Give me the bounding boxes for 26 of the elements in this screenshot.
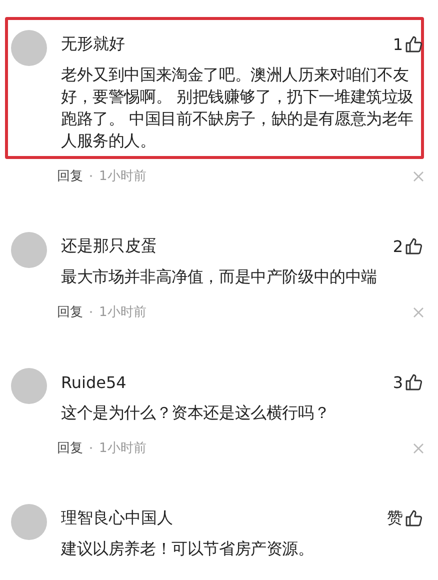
reply-link[interactable]: 回复 xyxy=(57,439,83,457)
like-count: 3 xyxy=(392,372,403,392)
comment-text: 老外又到中国来淘金了吧。澳洲人历来对咱们不友好，要警惕啊。 别把钱赚够了，扔下一堆建筑垃圾跑路了。 中国目前不缺房子，缺的是有愿意为老年人服务的人。 xyxy=(61,64,414,152)
like-count: 1 xyxy=(392,34,403,54)
avatar-placeholder xyxy=(11,368,47,404)
thumbs-up-icon[interactable] xyxy=(405,237,423,255)
timestamp: 1小时前 xyxy=(99,440,146,457)
username[interactable]: Ruide54 xyxy=(61,372,126,392)
timestamp: 1小时前 xyxy=(99,304,146,321)
avatar-placeholder xyxy=(11,504,47,540)
comment-text: 最大市场并非高净值，而是中产阶级中的中端 xyxy=(61,266,378,288)
avatar-placeholder xyxy=(11,232,47,268)
avatar-placeholder xyxy=(11,30,47,66)
username[interactable]: 理智良心中国人 xyxy=(61,508,173,528)
like-count: 赞 xyxy=(387,508,403,528)
username[interactable]: 还是那只皮蛋 xyxy=(61,236,157,256)
reply-link[interactable]: 回复 xyxy=(57,167,83,185)
like-count: 2 xyxy=(392,236,403,256)
thumbs-up-icon[interactable] xyxy=(405,509,423,527)
reply-link[interactable]: 回复 xyxy=(57,303,83,321)
username[interactable]: 无形就好 xyxy=(61,34,125,54)
comment-text: 这个是为什么？资本还是这么横行吗？ xyxy=(61,402,331,424)
thumbs-up-icon[interactable] xyxy=(405,35,423,53)
thumbs-up-icon[interactable] xyxy=(405,373,423,391)
timestamp: 1小时前 xyxy=(99,168,146,185)
comment-text: 建议以房养老！可以节省房产资源。 xyxy=(61,538,315,560)
